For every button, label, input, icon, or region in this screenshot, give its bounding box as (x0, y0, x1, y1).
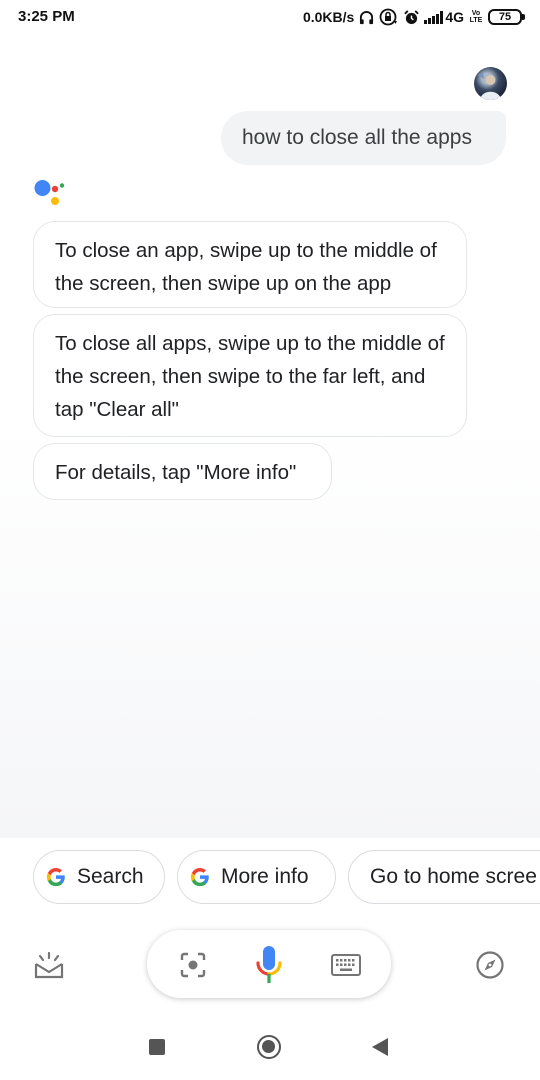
home-icon[interactable] (257, 1035, 281, 1059)
user-query-bubble[interactable]: how to close all the apps (221, 111, 506, 165)
assistant-response-1: To close an app, swipe up to the middle … (33, 221, 467, 308)
battery-indicator: 75 (488, 9, 525, 25)
google-assistant-icon (34, 180, 65, 205)
signal-icon (424, 10, 444, 24)
avatar-image (478, 72, 501, 100)
volte-bottom: LTE (469, 17, 483, 24)
explore-icon[interactable] (475, 950, 505, 980)
volte-top: Vo (471, 10, 481, 17)
suggestion-chips: Search More info Go to home scree (0, 838, 540, 920)
snapshot-icon[interactable] (33, 950, 65, 980)
more-info-chip[interactable]: More info (177, 850, 336, 904)
search-chip[interactable]: Search (33, 850, 165, 904)
assistant-screen: 3:25 PM 0.0KB/s 4G Vo LTE 75 how to clos… (0, 0, 540, 1080)
navigation-bar (0, 1010, 540, 1080)
input-bar (0, 920, 540, 1010)
network-type: 4G (445, 9, 464, 25)
alarm-icon (404, 9, 420, 24)
assistant-response-2: To close all apps, swipe up to the middl… (33, 314, 467, 437)
net-speed: 0.0KB/s (302, 9, 355, 25)
status-bar: 3:25 PM 0.0KB/s 4G Vo LTE 75 (0, 0, 540, 34)
keyboard-icon[interactable] (331, 954, 361, 976)
user-avatar[interactable] (474, 67, 507, 100)
more-info-chip-label: More info (221, 865, 309, 888)
status-time: 3:25 PM (18, 8, 75, 25)
mic-icon[interactable] (254, 944, 284, 986)
go-to-home-screen-chip[interactable]: Go to home scree (348, 850, 540, 904)
assistant-response-3: For details, tap "More info" (33, 443, 332, 500)
rotation-lock-icon (379, 8, 398, 26)
home-screen-chip-label: Go to home scree (370, 865, 537, 888)
google-g-icon (190, 867, 209, 887)
status-icons: 0.0KB/s 4G Vo LTE 75 (298, 7, 525, 27)
google-g-icon (46, 867, 65, 887)
volte-label: Vo LTE (469, 10, 483, 24)
recents-icon[interactable] (149, 1039, 165, 1055)
lens-icon[interactable] (180, 952, 206, 978)
back-icon[interactable] (372, 1038, 388, 1056)
input-pill (147, 930, 391, 998)
search-chip-label: Search (77, 865, 144, 888)
headphones-icon (360, 10, 374, 24)
